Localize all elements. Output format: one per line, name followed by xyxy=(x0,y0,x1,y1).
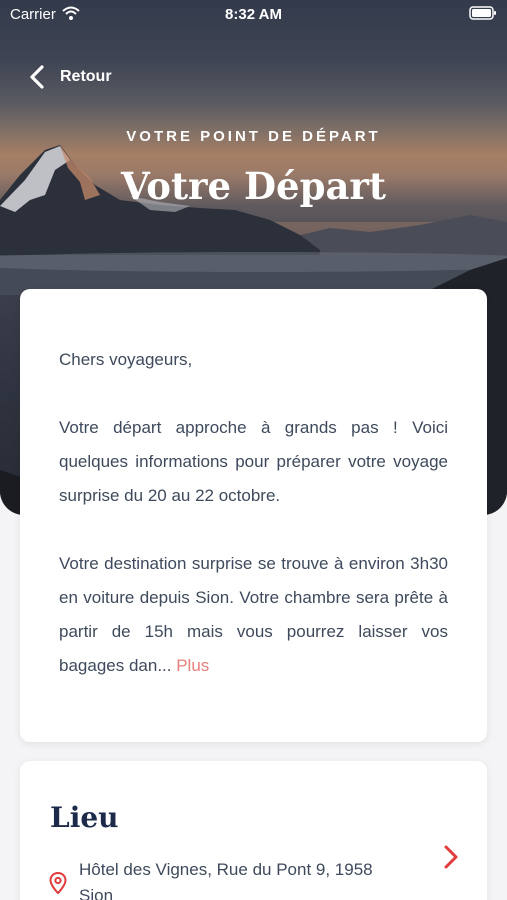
status-bar: Carrier 8:32 AM xyxy=(0,0,507,30)
chevron-left-icon xyxy=(30,65,44,89)
location-address: Hôtel des Vignes, Rue du Pont 9, 1958 Si… xyxy=(79,860,373,900)
intro-paragraph-2: Votre destination surprise se trouve à e… xyxy=(59,547,448,683)
intro-card: Chers voyageurs, Votre départ approche à… xyxy=(20,289,487,742)
page-eyebrow: VOTRE POINT DE DÉPART xyxy=(126,128,381,145)
intro-paragraph-1: Votre départ approche à grands pas ! Voi… xyxy=(59,418,448,505)
back-button[interactable]: Retour xyxy=(28,63,112,91)
location-card[interactable]: Lieu Hôtel des Vignes, Rue du Pont 9, 19… xyxy=(20,761,487,900)
read-more-link[interactable]: Plus xyxy=(176,656,209,675)
back-label: Retour xyxy=(60,68,112,85)
battery-icon xyxy=(469,6,496,20)
map-pin-icon xyxy=(49,872,67,894)
chevron-right-icon[interactable] xyxy=(441,844,461,870)
greeting-text: Chers voyageurs, xyxy=(59,350,193,369)
intro-paragraph-2-text: Votre destination surprise se trouve à e… xyxy=(59,554,448,675)
status-time: 8:32 AM xyxy=(225,6,282,23)
location-title: Lieu xyxy=(50,801,119,834)
page-title: Votre Départ xyxy=(120,164,387,208)
